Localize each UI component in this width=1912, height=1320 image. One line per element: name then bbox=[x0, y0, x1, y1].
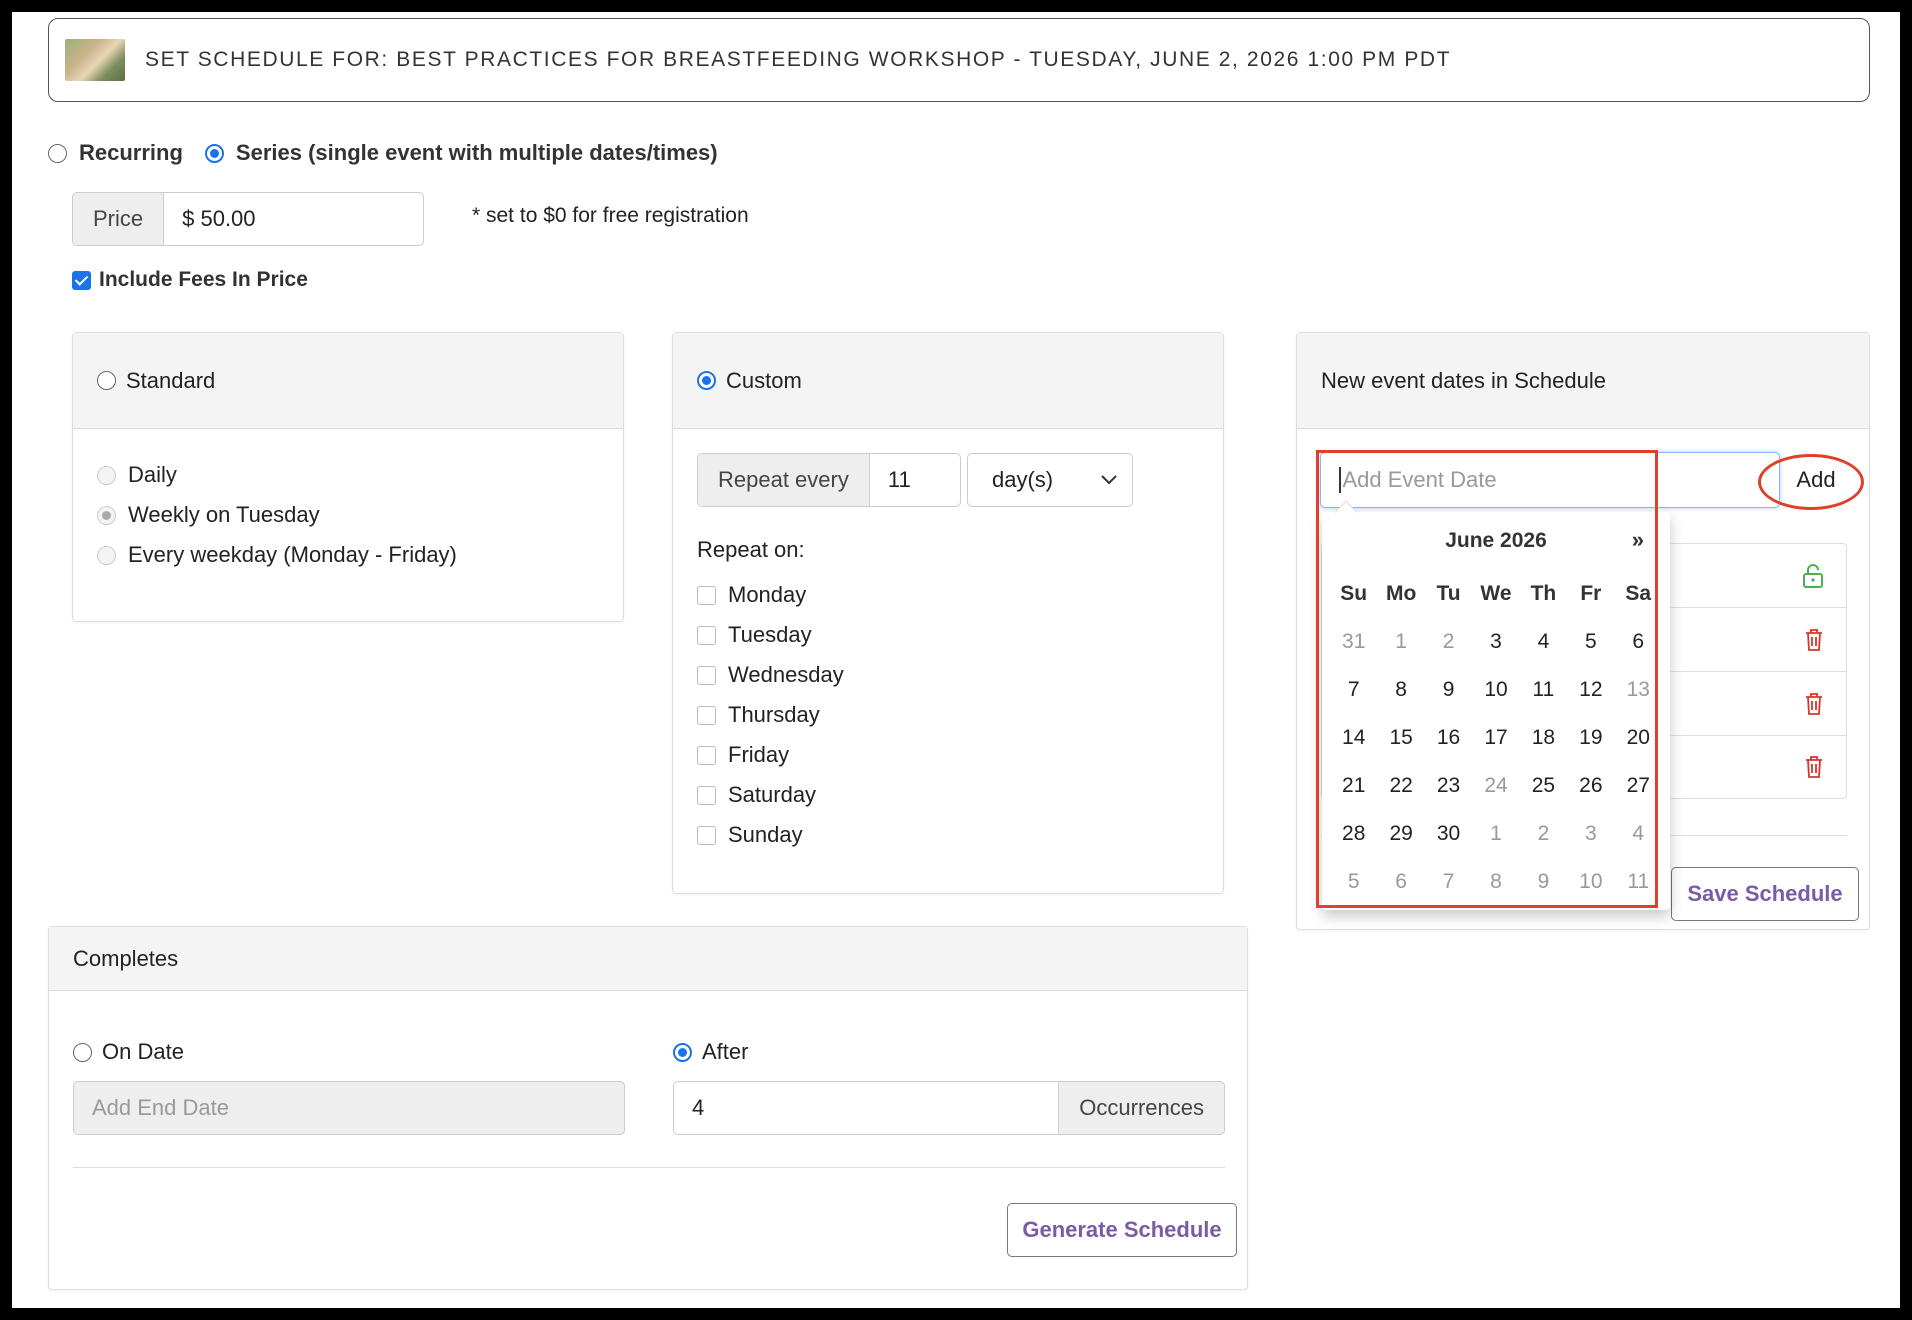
trash-icon[interactable] bbox=[1804, 628, 1824, 652]
day-label: Thursday bbox=[728, 702, 820, 727]
day-label: Saturday bbox=[728, 782, 817, 807]
new-dates-header: New event dates in Schedule bbox=[1297, 333, 1869, 429]
price-input[interactable]: $ 50.00 bbox=[164, 193, 423, 245]
weekly-label: Weekly on Tuesday bbox=[128, 502, 320, 527]
trash-icon[interactable] bbox=[1804, 692, 1824, 716]
include-fees-row: Include Fees In Price bbox=[72, 268, 308, 292]
on-date-label: On Date bbox=[102, 1039, 184, 1064]
standard-panel-header: Standard bbox=[73, 333, 623, 429]
series-label: Series (single event with multiple dates… bbox=[235, 140, 718, 165]
chevron-down-icon bbox=[1101, 475, 1117, 485]
standard-radio[interactable] bbox=[97, 371, 116, 390]
day-label: Sunday bbox=[728, 822, 803, 847]
price-addon: Price bbox=[73, 193, 165, 245]
completes-header: Completes bbox=[49, 927, 1247, 991]
day-label: Monday bbox=[728, 582, 807, 607]
generate-schedule-button[interactable]: Generate Schedule bbox=[1007, 1203, 1237, 1257]
price-hint: * set to $0 for free registration bbox=[472, 204, 749, 227]
weekday-radio[interactable] bbox=[97, 545, 116, 565]
custom-label: Custom bbox=[726, 367, 802, 393]
end-date-input[interactable]: Add End Date bbox=[73, 1081, 625, 1135]
standard-option-weekly[interactable]: Weekly on Tuesday bbox=[97, 495, 599, 535]
recurring-label: Recurring bbox=[79, 140, 183, 165]
series-radio[interactable] bbox=[204, 143, 224, 163]
after-option[interactable]: After bbox=[673, 1039, 748, 1065]
completes-title: Completes bbox=[73, 945, 179, 971]
day-wednesday[interactable]: Wednesday bbox=[697, 655, 1199, 695]
day-checkbox[interactable] bbox=[697, 785, 716, 805]
page-title: SET SCHEDULE FOR: BEST PRACTICES FOR BRE… bbox=[145, 48, 1452, 71]
day-checkbox[interactable] bbox=[697, 825, 716, 845]
after-radio[interactable] bbox=[673, 1042, 692, 1062]
custom-panel-header: Custom bbox=[673, 333, 1223, 429]
weekly-radio[interactable] bbox=[97, 505, 116, 525]
new-dates-title: New event dates in Schedule bbox=[1321, 367, 1606, 393]
daily-label: Daily bbox=[128, 462, 177, 487]
recurring-radio[interactable] bbox=[48, 143, 67, 163]
day-checkbox[interactable] bbox=[697, 665, 716, 685]
include-fees-label: Include Fees In Price bbox=[99, 268, 308, 291]
schedule-header: SET SCHEDULE FOR: BEST PRACTICES FOR BRE… bbox=[48, 18, 1870, 102]
custom-radio[interactable] bbox=[697, 371, 716, 390]
day-friday[interactable]: Friday bbox=[697, 735, 1199, 775]
day-checkbox[interactable] bbox=[697, 585, 716, 605]
repeat-on-label: Repeat on: bbox=[697, 537, 805, 562]
highlight-rectangle bbox=[1316, 450, 1658, 908]
save-schedule-button[interactable]: Save Schedule bbox=[1671, 867, 1859, 921]
day-monday[interactable]: Monday bbox=[697, 575, 1199, 615]
weekday-label: Every weekday (Monday - Friday) bbox=[128, 542, 457, 567]
repeat-every-addon: Repeat every bbox=[698, 454, 870, 506]
day-checkbox[interactable] bbox=[697, 625, 716, 645]
divider bbox=[73, 1167, 1225, 1168]
unlock-icon[interactable] bbox=[1802, 563, 1824, 589]
include-fees-checkbox[interactable] bbox=[72, 270, 91, 290]
day-tuesday[interactable]: Tuesday bbox=[697, 615, 1199, 655]
standard-option-weekday[interactable]: Every weekday (Monday - Friday) bbox=[97, 535, 599, 575]
day-checkbox[interactable] bbox=[697, 705, 716, 725]
highlight-ellipse bbox=[1758, 454, 1864, 510]
daily-radio[interactable] bbox=[97, 465, 116, 485]
day-checkbox[interactable] bbox=[697, 745, 716, 765]
after-label: After bbox=[702, 1039, 749, 1064]
day-thursday[interactable]: Thursday bbox=[697, 695, 1199, 735]
day-label: Wednesday bbox=[728, 662, 844, 687]
completes-panel: Completes On Date Add End Date After 4 O… bbox=[48, 926, 1248, 1290]
day-sunday[interactable]: Sunday bbox=[697, 815, 1199, 855]
price-input-group: Price $ 50.00 bbox=[72, 192, 424, 246]
repeat-on-days: Monday Tuesday Wednesday Thursday Friday bbox=[697, 575, 1199, 855]
standard-option-daily[interactable]: Daily bbox=[97, 455, 599, 495]
custom-panel: Custom Repeat every 11 day(s) Repeat on:… bbox=[672, 332, 1224, 894]
day-label: Friday bbox=[728, 742, 790, 767]
standard-panel: Standard Daily Weekly on Tuesday Every w… bbox=[72, 332, 624, 622]
repeat-every-input[interactable]: 11 bbox=[870, 454, 960, 506]
occurrences-group: 4 Occurrences bbox=[673, 1081, 1225, 1135]
occurrences-input[interactable]: 4 bbox=[674, 1082, 1058, 1134]
schedule-page: SET SCHEDULE FOR: BEST PRACTICES FOR BRE… bbox=[12, 12, 1900, 1308]
repeat-every-group: Repeat every 11 bbox=[697, 453, 961, 507]
on-date-radio[interactable] bbox=[73, 1042, 92, 1062]
event-thumbnail-image bbox=[65, 39, 125, 81]
on-date-option[interactable]: On Date bbox=[73, 1039, 184, 1065]
repeat-unit-value: day(s) bbox=[992, 467, 1054, 492]
day-label: Tuesday bbox=[728, 622, 812, 647]
schedule-type-group: Recurring Series (single event with mult… bbox=[48, 140, 718, 166]
repeat-unit-select[interactable]: day(s) bbox=[967, 453, 1133, 507]
standard-label: Standard bbox=[126, 367, 216, 393]
occurrences-addon: Occurrences bbox=[1058, 1082, 1224, 1134]
day-saturday[interactable]: Saturday bbox=[697, 775, 1199, 815]
trash-icon[interactable] bbox=[1804, 755, 1824, 779]
